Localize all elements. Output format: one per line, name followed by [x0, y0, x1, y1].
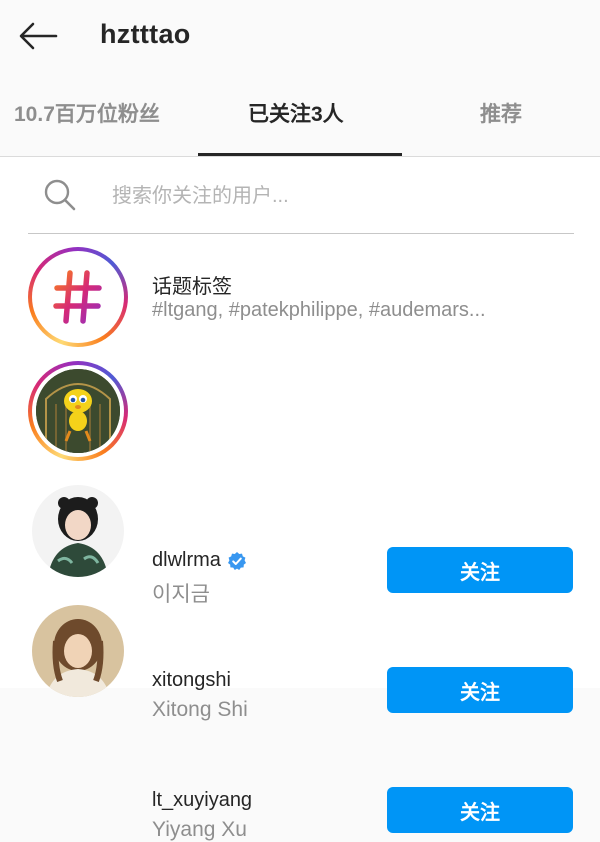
- hashtag-row-title: 话题标签: [152, 276, 232, 298]
- user-row-lt-xuyiyang[interactable]: lt_xuyiyang Yiyang Xu 关注: [0, 593, 600, 841]
- following-list: 话题标签 #ltgang, #patekphilippe, #audemars.…: [0, 157, 600, 841]
- tab-followers[interactable]: 10.7百万位粉丝: [14, 98, 160, 128]
- active-tab-indicator: [198, 153, 402, 156]
- username: lt_xuyiyang: [152, 789, 253, 811]
- avatar[interactable]: [32, 485, 124, 577]
- top-header: hztttao: [0, 0, 600, 76]
- tab-suggested[interactable]: 推荐: [480, 98, 522, 128]
- avatar[interactable]: [32, 605, 124, 697]
- hashtag-icon: [53, 270, 102, 324]
- avatar-image: [32, 605, 124, 697]
- arrow-left-icon: [19, 22, 58, 50]
- hashtags-row[interactable]: 话题标签 #ltgang, #patekphilippe, #audemars.…: [0, 157, 600, 347]
- back-button[interactable]: [14, 16, 62, 56]
- display-name: Yiyang Xu: [152, 818, 247, 841]
- tab-following[interactable]: 已关注3人: [248, 98, 344, 128]
- avatar-image: [32, 485, 124, 577]
- hashtag-avatar: [28, 247, 128, 347]
- follow-button[interactable]: 关注: [387, 787, 573, 833]
- hashtag-list: #ltgang, #patekphilippe, #audemars...: [152, 299, 486, 321]
- tab-bar: 10.7百万位粉丝 已关注3人 推荐: [0, 76, 600, 157]
- avatar-image: [36, 369, 120, 453]
- page-title: hztttao: [100, 19, 191, 49]
- user-row-xitongshi[interactable]: xitongshi Xitong Shi 关注: [0, 473, 600, 721]
- user-row-dlwlrma[interactable]: dlwlrma 이지금 关注: [0, 353, 600, 606]
- avatar[interactable]: [28, 361, 128, 461]
